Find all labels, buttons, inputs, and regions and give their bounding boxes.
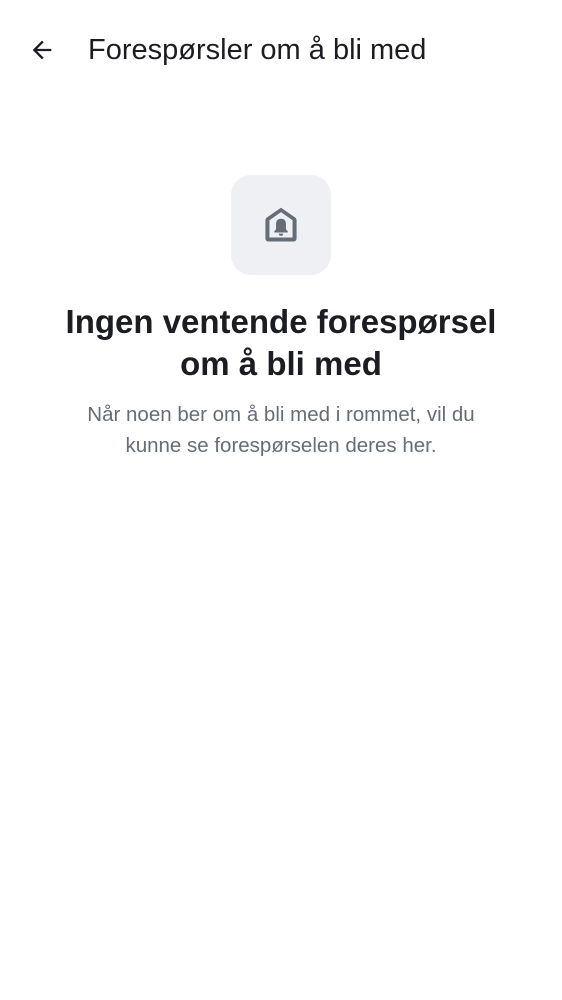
back-button[interactable]	[18, 26, 66, 74]
empty-state-subtitle: Når noen ber om å bli med i rommet, vil …	[87, 403, 475, 457]
empty-state-icon-tile	[231, 175, 331, 275]
page-title: Forespørsler om å bli med	[88, 34, 427, 66]
top-app-bar: Forespørsler om å bli med	[0, 0, 562, 100]
house-bell-icon	[265, 207, 297, 242]
empty-state: Ingen ventende forespørsel om å bli med …	[0, 175, 562, 461]
arrow-left-icon	[32, 40, 52, 60]
empty-state-title: Ingen ventende forespørsel om å bli med	[65, 303, 497, 382]
join-requests-screen: Forespørsler om å bli med Ingen ventende…	[0, 0, 562, 1000]
